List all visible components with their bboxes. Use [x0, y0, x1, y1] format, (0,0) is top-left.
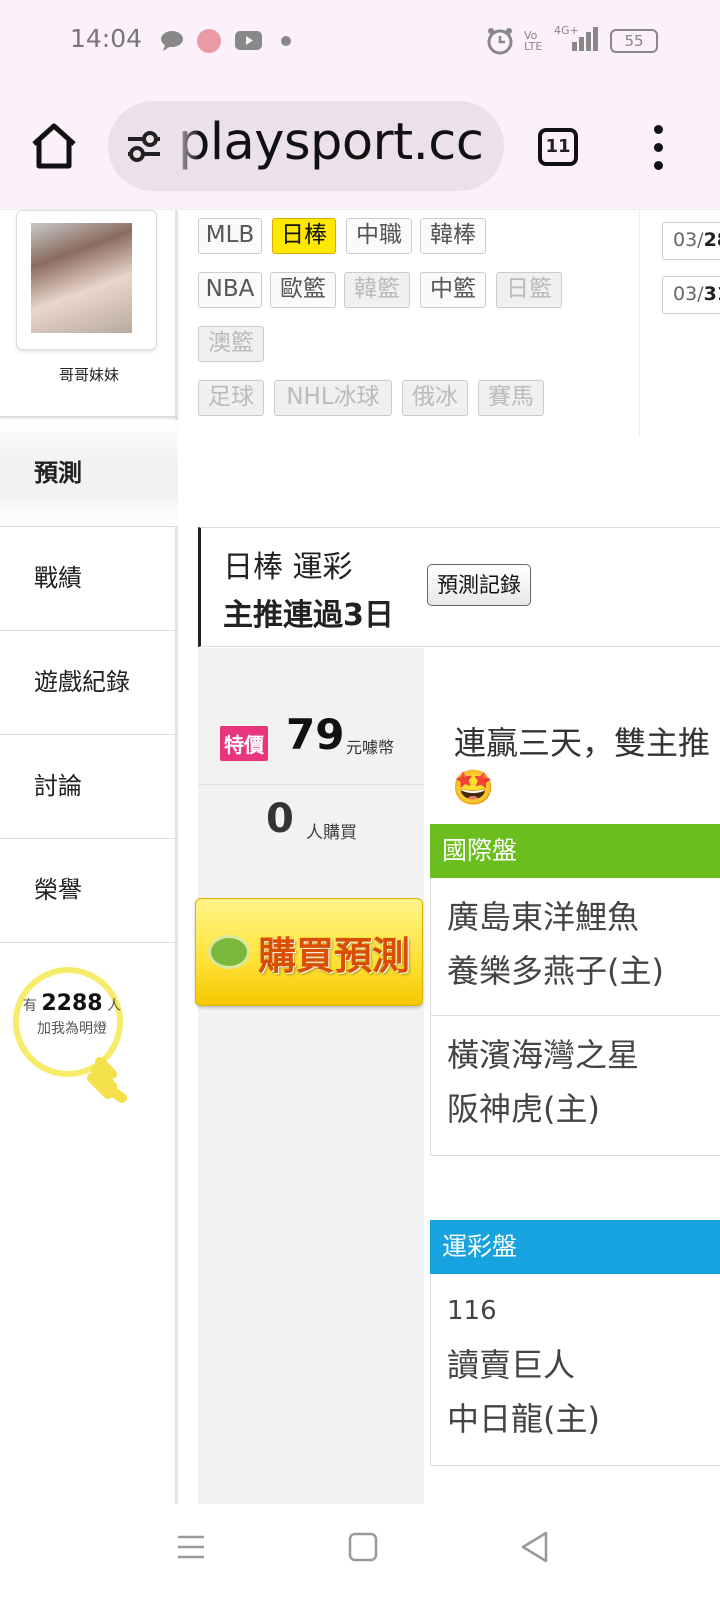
- game-number: 116: [447, 1296, 497, 1326]
- more-menu-icon[interactable]: [654, 125, 663, 179]
- tab-honor[interactable]: 榮譽: [0, 838, 178, 942]
- league-chip-japan-basketball[interactable]: 日籃: [496, 272, 562, 308]
- youtube-notification-icon: [235, 31, 262, 50]
- tab-discuss[interactable]: 討論: [0, 734, 178, 838]
- game-row[interactable]: 116 讀賣巨人 中日龍(主): [430, 1274, 720, 1466]
- url-text[interactable]: playsport.cc: [178, 113, 484, 172]
- away-team: 廣島東洋鯉魚: [447, 898, 640, 936]
- league-chip-cpbl[interactable]: 中職: [346, 218, 412, 254]
- league-chip-nbl[interactable]: 澳籃: [198, 326, 264, 362]
- purchase-panel: 特價 79 元噱幣 0 人購買: [198, 648, 424, 1504]
- app-notification-icon: [197, 29, 221, 53]
- more-notifications-icon: [281, 36, 291, 46]
- special-price-badge: 特價: [220, 726, 268, 761]
- home-button-icon[interactable]: [348, 1532, 378, 1562]
- home-team: 阪神虎(主): [447, 1090, 600, 1128]
- league-chip-kbl[interactable]: 韓籃: [344, 272, 410, 308]
- league-chip-horse-racing[interactable]: 賽馬: [478, 380, 544, 416]
- sidebar: 哥哥妹妹 預測 戰績 遊戲紀錄 討論 榮譽 有 2288 人 加我為明燈: [0, 210, 178, 1504]
- prediction-comment: 連贏三天，雙主推: [454, 724, 711, 762]
- away-team: 讀賣巨人: [447, 1346, 576, 1384]
- signal-icon: [572, 27, 598, 51]
- league-chip-nba[interactable]: NBA: [198, 272, 262, 308]
- buy-prediction-button[interactable]: 購買預測: [195, 898, 423, 1006]
- battery-icon: 55: [610, 29, 658, 53]
- avatar[interactable]: [31, 223, 132, 333]
- league-chip-cba[interactable]: 中籃: [420, 272, 486, 308]
- home-team: 中日龍(主): [447, 1400, 600, 1438]
- price-unit: 元噱幣: [346, 738, 395, 757]
- profile-card: 哥哥妹妹: [0, 210, 178, 418]
- prediction-card-header: 日棒 運彩 主推連過3日 預測記錄: [198, 527, 720, 647]
- prediction-title: 日棒 運彩: [223, 550, 353, 585]
- league-chip-euro-basketball[interactable]: 歐籃: [270, 272, 336, 308]
- tab-switcher-button[interactable]: 11: [538, 128, 578, 166]
- league-chip-npb[interactable]: 日棒: [272, 218, 336, 254]
- lottery-odds-header: 運彩盤: [430, 1220, 720, 1274]
- league-chip-mlb[interactable]: MLB: [198, 218, 262, 254]
- star-eyes-emoji: 🤩: [452, 768, 495, 808]
- tab-game-log[interactable]: 遊戲紀錄: [0, 630, 178, 734]
- league-filter: MLB 日棒 中職 韓棒 NBA 歐籃 韓籃 中籃 日籃 澳籃 足球 NHL冰球…: [190, 210, 640, 436]
- site-settings-icon[interactable]: [126, 129, 162, 163]
- league-chip-nhl[interactable]: NHL冰球: [274, 380, 392, 416]
- buyer-count: 0: [266, 796, 294, 842]
- chat-notification-icon: [161, 31, 183, 51]
- web-page: 哥哥妹妹 預測 戰績 遊戲紀錄 討論 榮譽 有 2288 人 加我為明燈 MLB…: [0, 210, 720, 1504]
- battery-level: 55: [624, 32, 644, 50]
- address-bar[interactable]: playsport.cc: [108, 101, 504, 191]
- clock: 14:04: [70, 24, 143, 53]
- league-chip-soccer[interactable]: 足球: [198, 380, 264, 416]
- price-value: 79: [286, 710, 345, 759]
- recent-apps-icon[interactable]: [176, 1532, 206, 1562]
- streak-label: 主推連過3日: [223, 598, 394, 633]
- game-row[interactable]: 廣島東洋鯉魚 養樂多燕子(主): [430, 878, 720, 1016]
- follow-label[interactable]: 加我為明燈: [37, 1021, 107, 1037]
- date-tab[interactable]: 03/31: [662, 276, 720, 314]
- league-chip-khl[interactable]: 俄冰: [402, 380, 468, 416]
- volte-indicator: Vo LTE: [524, 29, 543, 53]
- tab-record[interactable]: 戰績: [0, 526, 178, 630]
- system-navigation-bar: [0, 1504, 720, 1604]
- league-chip-kbo[interactable]: 韓棒: [420, 218, 486, 254]
- buyer-label: 人購買: [306, 823, 357, 843]
- lightbulb-icon[interactable]: [12, 966, 142, 1116]
- international-odds-header: 國際盤: [430, 824, 720, 878]
- coin-icon: [208, 935, 250, 969]
- fans-count: 2288: [41, 991, 103, 1016]
- back-icon[interactable]: [518, 1530, 550, 1564]
- prediction-history-button[interactable]: 預測記錄: [427, 564, 531, 606]
- avatar-frame[interactable]: [16, 210, 157, 350]
- profile-name[interactable]: 哥哥妹妹: [0, 364, 178, 385]
- tab-predict[interactable]: 預測: [0, 420, 178, 526]
- date-tab[interactable]: 03/28: [662, 222, 720, 260]
- status-bar: 14:04 Vo LTE 4G+ 55: [0, 0, 720, 84]
- home-team: 養樂多燕子(主): [447, 952, 664, 990]
- alarm-icon: [487, 28, 513, 55]
- away-team: 橫濱海灣之星: [447, 1036, 640, 1074]
- fans-counter: 有 2288 人 加我為明燈: [22, 991, 122, 1037]
- home-icon[interactable]: [28, 120, 80, 172]
- game-row[interactable]: 橫濱海灣之星 阪神虎(主): [430, 1016, 720, 1156]
